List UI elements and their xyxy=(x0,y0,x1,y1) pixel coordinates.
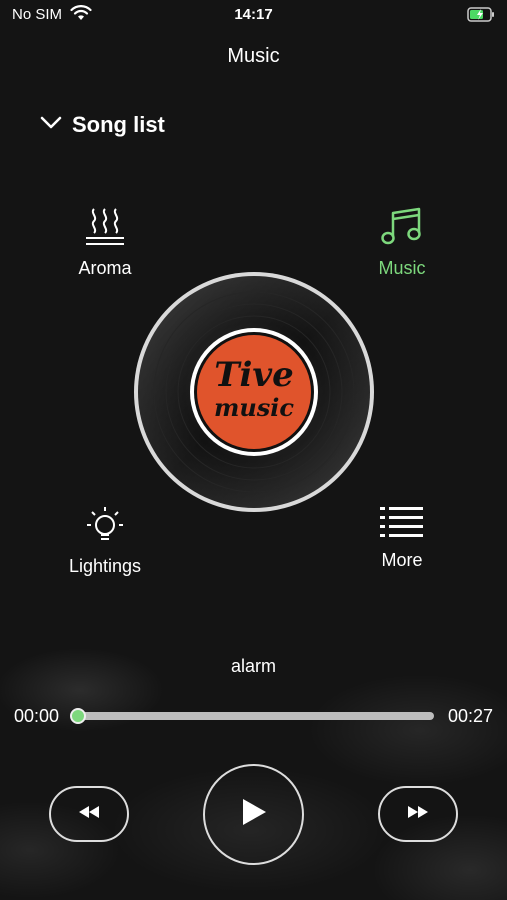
clock: 14:17 xyxy=(234,6,273,23)
play-button[interactable] xyxy=(203,764,304,865)
aroma-icon xyxy=(84,207,126,252)
vinyl-disc[interactable]: Tive music xyxy=(132,270,376,514)
song-list-toggle[interactable]: Song list xyxy=(40,112,165,138)
list-icon xyxy=(379,505,425,544)
disc-label-line1: Tive xyxy=(214,355,294,395)
lightings-label: Lightings xyxy=(68,556,142,576)
battery-charging-icon xyxy=(467,7,495,26)
page-title: Music xyxy=(227,45,280,67)
play-icon xyxy=(241,798,267,831)
fast-forward-button[interactable] xyxy=(378,786,458,842)
progress-thumb[interactable] xyxy=(70,708,86,724)
aroma-label: Aroma xyxy=(78,258,132,278)
music-label: Music xyxy=(378,258,426,278)
lightings-button[interactable]: Lightings xyxy=(60,505,150,577)
current-time: 00:00 xyxy=(14,706,60,726)
chevron-down-icon xyxy=(40,116,62,135)
aroma-button[interactable]: Aroma xyxy=(70,207,140,279)
music-button[interactable]: Music xyxy=(367,207,437,279)
disc-label-line2: music xyxy=(214,393,294,422)
progress-track[interactable] xyxy=(78,712,434,720)
lightbulb-icon xyxy=(84,505,126,550)
song-list-label: Song list xyxy=(72,112,165,137)
fast-forward-icon xyxy=(406,805,430,824)
status-bar: No SIM 14:17 xyxy=(0,0,507,30)
rewind-icon xyxy=(77,805,101,824)
more-button[interactable]: More xyxy=(367,505,437,571)
more-label: More xyxy=(381,550,423,570)
music-note-icon xyxy=(381,207,423,252)
rewind-button[interactable] xyxy=(49,786,129,842)
total-time: 00:27 xyxy=(447,706,493,726)
song-title: alarm xyxy=(230,656,276,676)
progress-bar[interactable]: 00:00 00:27 xyxy=(0,703,507,729)
